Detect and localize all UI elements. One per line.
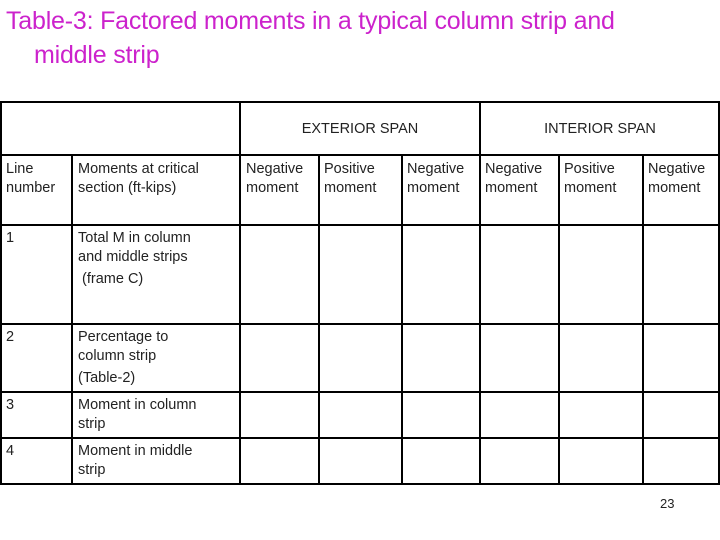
row-label-text: column strip [78,348,157,364]
header-int-negative-2: Negative moment [644,160,720,198]
table-col-rule [642,155,644,485]
table-rule [0,154,720,156]
row-1-label: Total M in column and middle strips (fra… [74,229,239,289]
table-border-top [0,101,720,103]
header-text: Negative [485,161,543,177]
header-text: section (ft-kips) [78,180,177,196]
header-text: moment [564,180,617,196]
table-col-rule [239,101,241,485]
header-ext-negative-2: Negative moment [403,160,481,198]
header-text: Negative [648,161,706,177]
header-moments: Moments at critical section (ft-kips) [74,160,239,198]
row-4-label: Moment in middle strip [74,442,239,480]
table-border-bottom [0,483,720,485]
row-label-text: Total M in column [78,230,191,246]
header-text: moment [324,180,377,196]
row-4-number: 4 [6,443,15,459]
table-col-rule [401,155,403,485]
table-col-rule [558,155,560,485]
row-label-text: and middle strips [78,249,188,265]
header-text: number [6,180,56,196]
row-3-label: Moment in column strip [74,396,239,434]
row-3-number: 3 [6,397,15,413]
header-text: Negative [407,161,465,177]
header-text: Moments at critical [78,161,199,177]
header-text: moment [648,180,701,196]
table-col-rule [318,155,320,485]
table-col-rule [479,101,481,485]
row-label-text: Percentage to [78,329,169,345]
row-2-label: Percentage to column strip (Table-2) [74,328,239,388]
row-label-text: Moment in middle [78,443,193,459]
row-label-text: strip [78,462,106,478]
table-col-rule [71,155,73,485]
table-rule [0,391,720,393]
table-border-left [0,101,2,485]
header-ext-positive: Positive moment [320,160,402,198]
exterior-span-header: EXTERIOR SPAN [301,121,419,137]
table-rule [0,323,720,325]
row-label-text: Moment in column [78,397,197,413]
header-line-number: Line number [2,160,72,198]
header-text: Positive [324,161,375,177]
header-int-positive: Positive moment [560,160,642,198]
header-text: Line [6,161,34,177]
header-ext-negative-1: Negative moment [242,160,320,198]
header-text: Negative [246,161,304,177]
header-text: moment [485,180,538,196]
table-rule [0,224,720,226]
header-text: moment [246,180,299,196]
moments-table: EXTERIOR SPAN INTERIOR SPAN Line number … [0,0,720,540]
header-text: Positive [564,161,615,177]
row-label-text: strip [78,416,106,432]
row-label-text: (Table-2) [78,370,136,386]
header-text: moment [407,180,460,196]
header-int-negative-1: Negative moment [481,160,559,198]
row-label-text: (frame C) [78,271,144,287]
interior-span-header: INTERIOR SPAN [544,121,656,137]
row-1-number: 1 [6,230,15,246]
table-rule [0,437,720,439]
row-2-number: 2 [6,329,15,345]
page-number: 23 [660,496,675,511]
